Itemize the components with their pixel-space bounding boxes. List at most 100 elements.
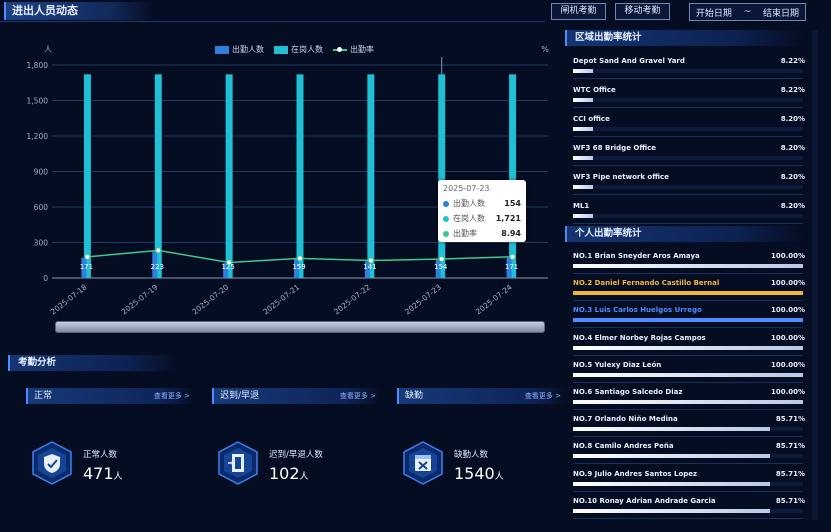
region-percent: 8.20% xyxy=(780,202,805,210)
x-tick-label: 2025-07-22 xyxy=(332,282,372,316)
rate-point xyxy=(297,255,303,262)
person-name: NO.3 Luis Carlos Huelgos Urrego xyxy=(573,306,702,315)
bar-onsite xyxy=(225,74,233,278)
card-unit: 人 xyxy=(494,472,504,482)
y2-axis-unit: % xyxy=(541,45,549,54)
region-bar-track xyxy=(573,127,803,131)
region-row[interactable]: WF3 68 Bridge Office 8.20% xyxy=(563,144,805,170)
tooltip-row: 在岗人数 1,721 xyxy=(443,211,521,226)
right-panel-scrollbar[interactable] xyxy=(812,30,818,520)
row-divider xyxy=(573,136,803,137)
region-row[interactable]: ML1 8.20% xyxy=(563,202,805,228)
data-label: 223 xyxy=(151,263,164,271)
attendance-chart: 人 % 0 300 600 900 1,200 1,500 1,800 171 2025-07-18… xyxy=(27,45,550,316)
tooltip-value: 8.94 xyxy=(501,229,521,238)
card-header: 正常 查看更多 > xyxy=(26,388,194,404)
region-bar-track xyxy=(573,156,803,160)
y-tick-label: 300 xyxy=(34,239,49,248)
person-row[interactable]: NO.5 Yulexy Diaz León 100.00% xyxy=(563,361,805,387)
person-percent: 100.00% xyxy=(770,333,805,342)
chart-zoom-slider[interactable] xyxy=(55,321,545,333)
person-percent: 100.00% xyxy=(770,279,805,288)
person-row[interactable]: NO.1 Brian Sneyder Aros Amaya 100.00% xyxy=(563,252,805,278)
person-row[interactable]: NO.9 Julio Andres Santos Lopez 85.71% xyxy=(563,470,805,496)
person-percent: 100.00% xyxy=(770,360,805,369)
person-row[interactable]: NO.10 Ronay Adrian Andrade Garcia 85.71% xyxy=(563,497,805,523)
region-row[interactable]: WF3 Pipe network office 8.20% xyxy=(563,173,805,199)
card-header: 缺勤 查看更多 > xyxy=(397,388,565,404)
person-name: NO.4 Elmer Norbey Rojas Campos xyxy=(573,333,706,342)
person-name: NO.7 Orlando Niño Medina xyxy=(573,415,678,424)
row-divider xyxy=(573,354,803,356)
person-percent: 85.71% xyxy=(775,442,805,451)
person-row[interactable]: NO.8 Camilo Andres Peña 85.71% xyxy=(563,442,805,468)
card-header: 迟到/早退 查看更多 > xyxy=(212,388,380,404)
calendar-x-icon xyxy=(403,441,443,485)
person-row[interactable]: NO.6 Santiago Salcedo Diaz 100.00% xyxy=(563,388,805,414)
region-row[interactable]: Depot Sand And Gravel Yard 8.22% xyxy=(563,57,805,83)
region-row[interactable]: CCI office 8.20% xyxy=(563,115,805,141)
absent-card: 缺勤 查看更多 > 缺勤人数 1540人 xyxy=(397,388,565,514)
person-row[interactable]: NO.7 Orlando Niño Medina 85.71% xyxy=(563,415,805,441)
person-row[interactable]: NO.4 Elmer Norbey Rojas Campos 100.00% xyxy=(563,334,805,360)
shield-check-icon xyxy=(32,441,72,485)
tooltip-dot xyxy=(443,230,449,237)
tooltip-value: 1,721 xyxy=(495,214,521,223)
region-bar-fill xyxy=(573,156,593,160)
card-value: 102人 xyxy=(269,464,309,483)
region-row[interactable]: WTC Office 8.22% xyxy=(563,86,805,112)
row-divider xyxy=(573,490,803,492)
analysis-section-title: 考勤分析 xyxy=(8,355,178,371)
data-label: 171 xyxy=(80,263,93,271)
bar-onsite xyxy=(296,74,304,278)
person-name: NO.5 Yulexy Diaz León xyxy=(573,360,662,369)
person-bar-fill xyxy=(573,318,803,323)
person-bar-track xyxy=(573,427,803,432)
row-divider xyxy=(573,409,803,410)
person-bar-fill xyxy=(573,264,803,268)
region-name: ML1 xyxy=(573,202,590,210)
person-percent: 100.00% xyxy=(770,306,805,315)
row-divider xyxy=(573,194,803,195)
date-range-picker[interactable]: 开始日期 ~ 结束日期 xyxy=(689,3,806,21)
card-label: 迟到/早退人数 xyxy=(269,450,323,460)
card-unit: 人 xyxy=(299,472,309,482)
tooltip-value: 154 xyxy=(504,199,521,208)
person-percent: 100.00% xyxy=(770,388,805,396)
rate-point xyxy=(438,255,445,262)
x-tick-label: 2025-07-21 xyxy=(261,282,301,316)
view-more-link[interactable]: 查看更多 > xyxy=(340,388,376,404)
region-name: CCI office xyxy=(573,115,610,123)
person-bar-track xyxy=(573,372,803,377)
rate-point xyxy=(367,257,374,264)
header-divider xyxy=(0,21,545,22)
y-tick-label: 1,200 xyxy=(27,132,49,141)
end-date-field[interactable]: 结束日期 xyxy=(763,6,799,19)
card-title: 迟到/早退 xyxy=(220,391,260,401)
person-row[interactable]: NO.2 Daniel Fernando Castillo Bernal 100.… xyxy=(563,279,805,305)
start-date-field[interactable]: 开始日期 xyxy=(696,6,732,19)
y-axis-unit: 人 xyxy=(44,45,52,54)
y-tick-label: 1,500 xyxy=(27,97,49,106)
page-title: 进出人员动态 xyxy=(4,2,154,20)
person-name: NO.6 Santiago Salcedo Diaz xyxy=(573,388,683,396)
person-bar-track xyxy=(573,264,803,268)
region-name: Depot Sand And Gravel Yard xyxy=(573,57,685,65)
data-label: 159 xyxy=(292,263,305,271)
row-divider xyxy=(573,107,803,108)
region-name: WF3 68 Bridge Office xyxy=(573,144,657,152)
view-more-link[interactable]: 查看更多 > xyxy=(154,388,190,404)
gate-attendance-button[interactable]: 闸机考勤 xyxy=(551,3,606,20)
row-divider xyxy=(573,517,803,519)
x-tick-label: 2025-07-19 xyxy=(120,282,160,316)
person-name: NO.8 Camilo Andres Peña xyxy=(573,442,674,451)
view-more-link[interactable]: 查看更多 > xyxy=(525,388,561,404)
region-bar-track xyxy=(573,185,803,189)
card-label: 缺勤人数 xyxy=(454,450,489,460)
person-row[interactable]: NO.3 Luis Carlos Huelgos Urrego 100.00% xyxy=(563,306,805,332)
mobile-attendance-button[interactable]: 移动考勤 xyxy=(615,3,670,20)
row-divider xyxy=(573,327,803,329)
region-percent: 8.20% xyxy=(780,173,805,181)
y-tick-label: 0 xyxy=(43,274,48,283)
person-bar-fill xyxy=(573,400,803,404)
